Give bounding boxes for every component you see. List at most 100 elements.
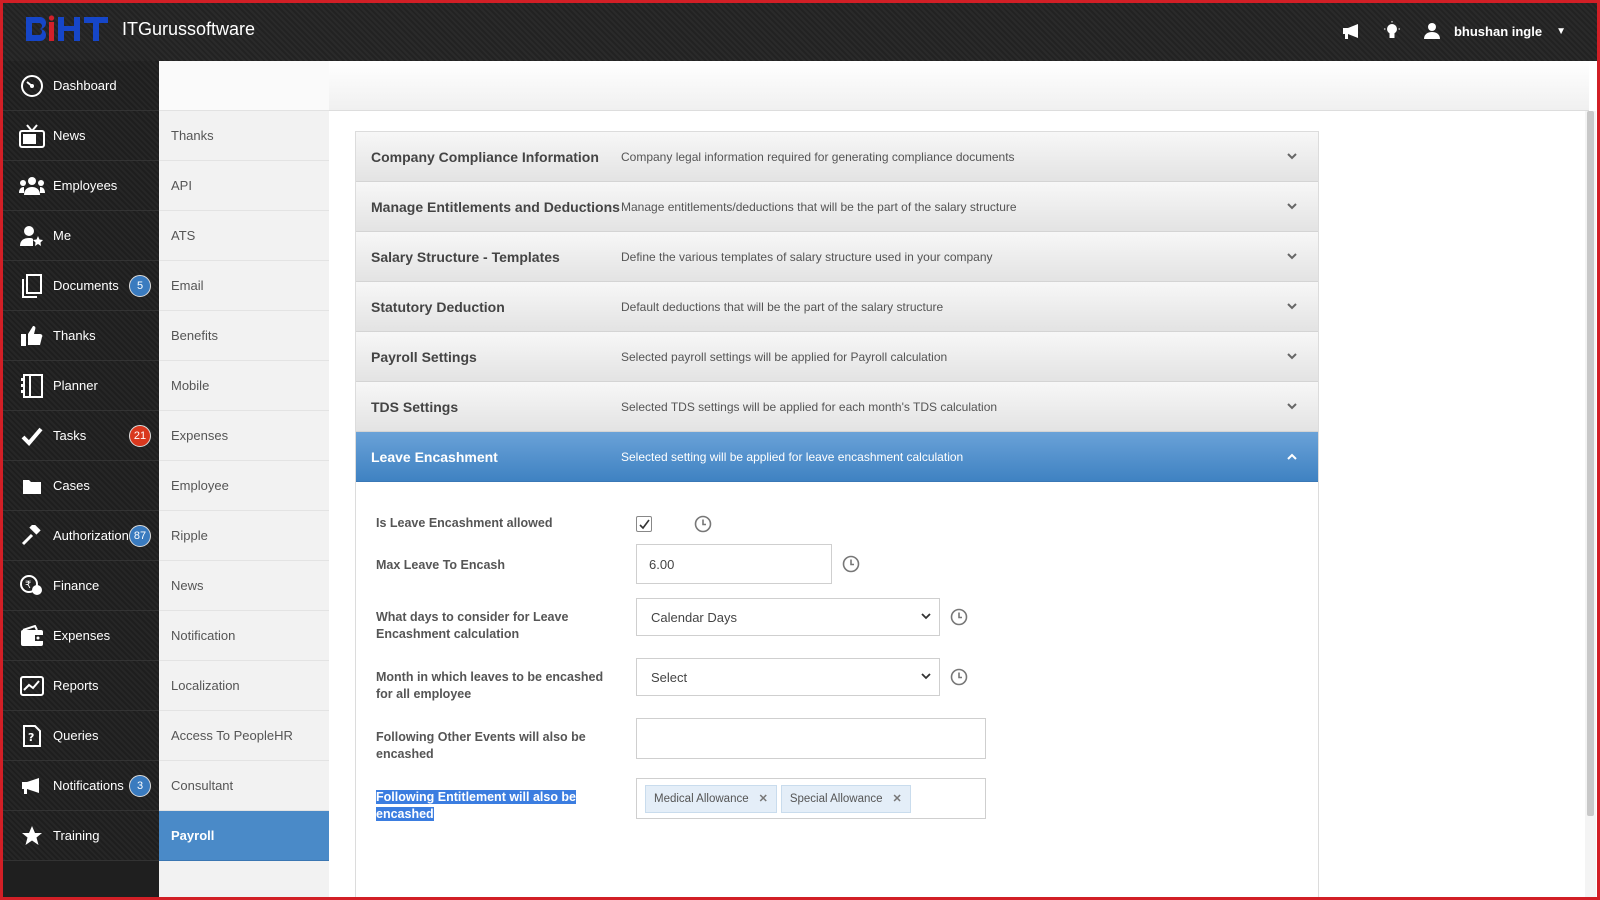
accordion-entitlements-deductions[interactable]: Manage Entitlements and Deductions Manag… <box>356 182 1318 232</box>
tasks-count-badge: 21 <box>129 425 151 447</box>
sidebar-item-tasks[interactable]: Tasks 21 <box>3 411 159 461</box>
subnav-item-payroll[interactable]: Payroll <box>159 811 329 861</box>
sidebar-item-finance[interactable]: ₹ Finance <box>3 561 159 611</box>
remove-tag-icon[interactable]: ✕ <box>759 792 768 805</box>
user-star-icon <box>19 223 45 249</box>
payroll-settings-panel: Company Compliance Information Company l… <box>355 131 1319 897</box>
sidebar-item-label: Training <box>53 828 100 843</box>
subnav-item-email[interactable]: Email <box>159 261 329 311</box>
content-header <box>159 61 1589 111</box>
megaphone-icon <box>19 773 45 799</box>
sidebar-item-queries[interactable]: ? Queries <box>3 711 159 761</box>
days-consider-select[interactable]: Calendar Days <box>636 598 940 636</box>
accordion-description: Selected payroll settings will be applie… <box>621 349 948 364</box>
company-name: ITGurussoftware <box>122 19 256 39</box>
sidebar-item-label: Documents <box>53 278 119 293</box>
sidebar-item-notifications[interactable]: Notifications 3 <box>3 761 159 811</box>
entitlement-tags-input[interactable]: Medical Allowance ✕ Special Allowance ✕ <box>636 778 986 819</box>
sidebar-item-planner[interactable]: Planner <box>3 361 159 411</box>
chevron-down-icon <box>1286 200 1298 212</box>
sidebar-item-label: Finance <box>53 578 100 593</box>
svg-text:₹: ₹ <box>25 580 31 591</box>
history-clock-icon[interactable] <box>950 668 968 686</box>
subnav-item-consultant[interactable]: Consultant <box>159 761 329 811</box>
sidebar-item-authorizations[interactable]: Authorizations 87 <box>3 511 159 561</box>
subnav-item-notification[interactable]: Notification <box>159 611 329 661</box>
top-navbar: ITGurussoftware bhushan ingle ▼ <box>0 0 1600 61</box>
svg-text:?: ? <box>28 731 34 744</box>
subnav-item-expenses[interactable]: Expenses <box>159 411 329 461</box>
subnav-item-ripple[interactable]: Ripple <box>159 511 329 561</box>
accordion-title: Salary Structure - Templates <box>371 248 560 265</box>
thumbs-up-icon <box>19 323 45 349</box>
sidebar-item-label: Tasks <box>53 428 87 443</box>
remove-tag-icon[interactable]: ✕ <box>893 792 902 805</box>
sidebar-item-me[interactable]: Me <box>3 211 159 261</box>
sidebar-item-training[interactable]: Training <box>3 811 159 861</box>
wallet-icon <box>19 623 45 649</box>
max-leave-input[interactable]: 6.00 <box>636 544 832 584</box>
encash-month-value: Select <box>651 669 688 685</box>
sidebar-item-employees[interactable]: Employees <box>3 161 159 211</box>
history-clock-icon[interactable] <box>842 555 860 573</box>
subnav-item-employee[interactable]: Employee <box>159 461 329 511</box>
subnav-item-benefits[interactable]: Benefits <box>159 311 329 361</box>
page-scrollbar[interactable] <box>1585 111 1596 897</box>
subnav-item-api[interactable]: API <box>159 161 329 211</box>
sidebar-item-thanks[interactable]: Thanks <box>3 311 159 361</box>
company-logo[interactable] <box>24 14 112 44</box>
sidebar-item-cases[interactable]: Cases <box>3 461 159 511</box>
accordion-leave-encashment[interactable]: Leave Encashment Selected setting will b… <box>356 432 1318 482</box>
subnav-item-thanks[interactable]: Thanks <box>159 111 329 161</box>
chevron-down-icon <box>1286 300 1298 312</box>
entitlement-tag: Medical Allowance ✕ <box>645 784 777 813</box>
leave-allowed-checkbox[interactable] <box>636 516 652 532</box>
accordion-payroll-settings[interactable]: Payroll Settings Selected payroll settin… <box>356 332 1318 382</box>
rupee-coins-icon: ₹ <box>19 573 45 599</box>
accordion-salary-templates[interactable]: Salary Structure - Templates Define the … <box>356 232 1318 282</box>
dashboard-gauge-icon <box>19 73 45 99</box>
leave-encashment-form: Is Leave Encashment allowed Max Leave To… <box>356 482 1318 882</box>
gavel-icon <box>19 523 45 549</box>
sidebar-item-label: Authorizations <box>53 528 136 543</box>
accordion-tds-settings[interactable]: TDS Settings Selected TDS settings will … <box>356 382 1318 432</box>
lightbulb-icon[interactable] <box>1380 20 1404 42</box>
megaphone-icon[interactable] <box>1340 20 1364 42</box>
accordion-company-compliance[interactable]: Company Compliance Information Company l… <box>356 132 1318 182</box>
sidebar-item-reports[interactable]: Reports <box>3 661 159 711</box>
accordion-title: TDS Settings <box>371 398 459 415</box>
check-icon <box>19 423 45 449</box>
sidebar-item-label: News <box>53 128 86 143</box>
user-menu[interactable]: bhushan ingle ▼ <box>1420 20 1566 42</box>
chart-line-icon <box>19 673 45 699</box>
subnav-item-localization[interactable]: Localization <box>159 661 329 711</box>
user-icon <box>1420 20 1444 42</box>
encash-month-label: Month in which leaves to be encashed for… <box>376 670 604 701</box>
accordion-title: Leave Encashment <box>371 448 498 465</box>
entitlement-label: Following Entitlement will also be encas… <box>376 790 577 821</box>
main-sidebar: Dashboard News Employees Me Documents 5 … <box>3 61 159 900</box>
accordion-statutory-deduction[interactable]: Statutory Deduction Default deductions t… <box>356 282 1318 332</box>
question-doc-icon: ? <box>19 723 45 749</box>
max-leave-label: Max Leave To Encash <box>376 558 505 572</box>
sidebar-item-expenses[interactable]: Expenses <box>3 611 159 661</box>
scrollbar-thumb[interactable] <box>1587 111 1594 816</box>
sidebar-item-label: Notifications <box>53 778 124 793</box>
history-clock-icon[interactable] <box>694 515 712 533</box>
subnav-item-news[interactable]: News <box>159 561 329 611</box>
accordion-description: Manage entitlements/deductions that will… <box>621 199 1017 214</box>
people-icon <box>19 173 45 199</box>
sidebar-item-label: Queries <box>53 728 99 743</box>
encash-month-select[interactable]: Select <box>636 658 940 696</box>
chevron-down-icon: ▼ <box>1556 25 1566 37</box>
sidebar-item-news[interactable]: News <box>3 111 159 161</box>
sidebar-item-documents[interactable]: Documents 5 <box>3 261 159 311</box>
subnav-item-ats[interactable]: ATS <box>159 211 329 261</box>
sidebar-item-label: Reports <box>53 678 99 693</box>
sidebar-item-dashboard[interactable]: Dashboard <box>3 61 159 111</box>
subnav-item-mobile[interactable]: Mobile <box>159 361 329 411</box>
history-clock-icon[interactable] <box>950 608 968 626</box>
accordion-description: Default deductions that will be the part… <box>621 299 944 314</box>
subnav-item-access-to-peoplehr[interactable]: Access To PeopleHR <box>159 711 329 761</box>
other-events-input[interactable] <box>636 718 986 759</box>
